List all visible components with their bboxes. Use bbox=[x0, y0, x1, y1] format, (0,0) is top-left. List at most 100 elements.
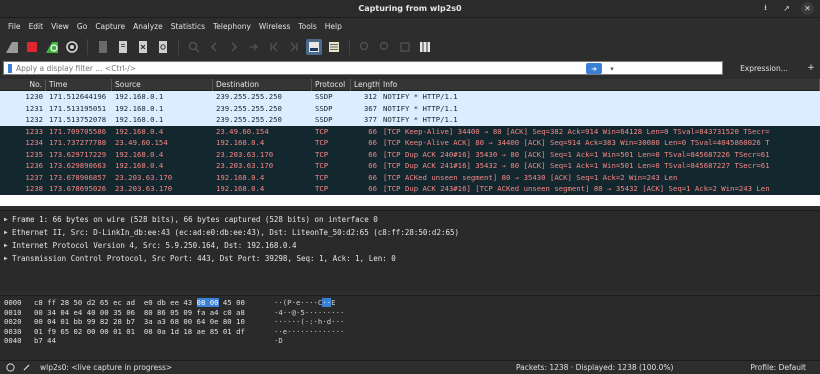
zoom-in-icon[interactable] bbox=[357, 39, 373, 55]
open-file-icon[interactable] bbox=[95, 39, 111, 55]
bytes-offset: 0040 bbox=[4, 336, 22, 346]
stop-capture-icon[interactable] bbox=[24, 39, 40, 55]
cell-info: NOTIFY * HTTP/1.1 bbox=[383, 92, 458, 102]
capture-options-icon[interactable] bbox=[64, 39, 80, 55]
toolbar-separator bbox=[349, 39, 350, 55]
menu-capture[interactable]: Capture bbox=[91, 22, 129, 31]
column-header-length[interactable]: Length bbox=[351, 79, 380, 91]
resize-columns-icon[interactable] bbox=[417, 39, 433, 55]
cell-protocol: TCP bbox=[315, 161, 329, 171]
menu-analyze[interactable]: Analyze bbox=[129, 22, 167, 31]
cell-length: 66 bbox=[368, 172, 377, 182]
go-to-packet-icon[interactable] bbox=[246, 39, 262, 55]
cell-time: 173.678695026 bbox=[49, 184, 107, 194]
add-filter-button[interactable]: + bbox=[805, 63, 817, 73]
menu-statistics[interactable]: Statistics bbox=[167, 22, 209, 31]
packet-row[interactable]: 1232 171.513752078 192.168.0.1 239.255.255.… bbox=[0, 114, 820, 126]
first-packet-icon[interactable] bbox=[266, 39, 282, 55]
normal-size-icon[interactable] bbox=[397, 39, 413, 55]
zoom-out-icon[interactable] bbox=[377, 39, 393, 55]
ascii-text: ·D bbox=[274, 336, 283, 346]
detail-row-ethernet[interactable]: ▶ Ethernet II, Src: D-LinkIn_db:ee:43 (ec… bbox=[0, 226, 820, 239]
packet-row[interactable]: 1231 171.513195051 192.168.0.1 239.255.255.… bbox=[0, 102, 820, 114]
cell-source: 192.168.0.4 bbox=[115, 149, 164, 159]
menu-wireless[interactable]: Wireless bbox=[255, 22, 294, 31]
cell-destination: 239.255.255.250 bbox=[216, 103, 282, 113]
packet-row[interactable]: 1234 171.737277788 23.49.60.154 192.168.0.4… bbox=[0, 137, 820, 149]
restart-capture-icon[interactable] bbox=[44, 39, 60, 55]
packet-row[interactable]: 1235 173.629717229 192.168.0.4 23.203.63.17… bbox=[0, 148, 820, 160]
expression-button[interactable]: Expression... bbox=[723, 64, 805, 73]
bytes-row[interactable]: 0040 b7 44 ·D bbox=[0, 336, 820, 346]
cell-protocol: SSDP bbox=[315, 103, 333, 113]
cell-no: 1237 bbox=[25, 172, 43, 182]
go-back-icon[interactable] bbox=[206, 39, 222, 55]
autoscroll-icon[interactable] bbox=[306, 39, 322, 55]
column-header-info[interactable]: Info bbox=[380, 79, 820, 91]
hex-text: 00 04 01 bb 99 82 28 b7 3a a3 68 00 64 0… bbox=[34, 317, 245, 327]
maximize-icon[interactable]: ↗ bbox=[780, 2, 793, 15]
capture-comments-icon[interactable] bbox=[20, 363, 32, 373]
bytes-row[interactable]: 0030 01 f9 65 02 00 00 01 01 08 0a 1d 18 … bbox=[0, 327, 820, 337]
cell-no: 1235 bbox=[25, 149, 43, 159]
save-file-icon[interactable] bbox=[115, 39, 131, 55]
menu-telephony[interactable]: Telephony bbox=[209, 22, 255, 31]
cell-info: [TCP Dup ACK 243#16] [TCP ACKed unseen s… bbox=[383, 184, 770, 194]
reload-file-icon[interactable] bbox=[155, 39, 171, 55]
menu-tools[interactable]: Tools bbox=[294, 22, 320, 31]
expand-arrow-icon[interactable]: ▶ bbox=[4, 255, 12, 262]
packet-row[interactable]: 1233 171.709705586 192.168.0.4 23.49.60.154… bbox=[0, 125, 820, 137]
packet-row[interactable]: 1238 173.678695026 23.203.63.170 192.168.0.… bbox=[0, 183, 820, 195]
bytes-offset: 0020 bbox=[4, 317, 22, 327]
profile-switcher[interactable]: Profile: Default bbox=[750, 363, 806, 372]
cell-info: [TCP Dup ACK 241#16] 35432 → 80 [ACK] Se… bbox=[383, 161, 770, 171]
cell-info: [TCP ACKed unseen segment] 80 → 35430 [A… bbox=[383, 172, 678, 182]
find-packet-icon[interactable] bbox=[186, 39, 202, 55]
hex-text: 01 f9 65 02 00 00 01 01 08 0a 1d 18 ae 8… bbox=[34, 326, 245, 336]
packet-count-text: Packets: 1238 · Displayed: 1238 (100.0%) bbox=[516, 363, 674, 372]
expand-arrow-icon[interactable]: ▶ bbox=[4, 216, 12, 223]
cell-source: 23.203.63.170 bbox=[115, 184, 173, 194]
menu-go[interactable]: Go bbox=[73, 22, 91, 31]
close-file-icon[interactable] bbox=[135, 39, 151, 55]
column-header-no[interactable]: No. bbox=[0, 79, 46, 91]
menu-view[interactable]: View bbox=[47, 22, 73, 31]
cell-time: 171.512644196 bbox=[49, 92, 107, 102]
cell-destination: 239.255.255.250 bbox=[216, 115, 282, 125]
column-header-protocol[interactable]: Protocol bbox=[312, 79, 351, 91]
packet-row[interactable]: 1236 173.629890663 192.168.0.4 23.203.63.17… bbox=[0, 160, 820, 172]
ascii-highlight: ·· bbox=[322, 298, 332, 308]
display-filter-input[interactable] bbox=[16, 63, 316, 73]
bytes-row[interactable]: 0010 00 34 04 e4 40 00 35 06 80 86 05 09 … bbox=[0, 308, 820, 318]
filter-dropdown-icon[interactable]: ▾ bbox=[606, 63, 618, 74]
minimize-icon[interactable]: ⭳ bbox=[759, 2, 772, 15]
menu-help[interactable]: Help bbox=[321, 22, 346, 31]
packet-row[interactable]: 1237 173.678906857 23.203.63.170 192.168.0.… bbox=[0, 171, 820, 183]
display-filter-field[interactable]: ➜ ▾ bbox=[3, 61, 723, 75]
close-icon[interactable]: ✕ bbox=[801, 2, 814, 15]
expand-arrow-icon[interactable]: ▶ bbox=[4, 229, 12, 236]
bytes-row[interactable]: 0000 c8 ff 28 50 d2 65 ec ad e0 db ee 43 … bbox=[0, 298, 820, 308]
cell-no: 1234 bbox=[25, 138, 43, 148]
column-header-source[interactable]: Source bbox=[112, 79, 213, 91]
column-header-time[interactable]: Time bbox=[46, 79, 112, 91]
bookmark-icon[interactable] bbox=[8, 63, 12, 73]
cell-protocol: SSDP bbox=[315, 92, 333, 102]
shark-fin-start-icon[interactable] bbox=[4, 39, 20, 55]
detail-row-ip[interactable]: ▶ Internet Protocol Version 4, Src: 5.9.2… bbox=[0, 239, 820, 252]
column-header-destination[interactable]: Destination bbox=[213, 79, 312, 91]
expand-arrow-icon[interactable]: ▶ bbox=[4, 242, 12, 249]
detail-row-tcp[interactable]: ▶ Transmission Control Protocol, Src Port… bbox=[0, 252, 820, 265]
packet-row[interactable]: 1230 171.512644196 192.168.0.1 239.255.255.… bbox=[0, 91, 820, 103]
bytes-hex: c8 ff 28 50 d2 65 ec ad e0 db ee 43 08 0… bbox=[34, 298, 274, 308]
cell-time: 173.629717229 bbox=[49, 149, 107, 159]
detail-row-frame[interactable]: ▶ Frame 1: 66 bytes on wire (528 bits), 6… bbox=[0, 213, 820, 226]
go-forward-icon[interactable] bbox=[226, 39, 242, 55]
menu-edit[interactable]: Edit bbox=[25, 22, 48, 31]
colorize-icon[interactable] bbox=[326, 39, 342, 55]
menu-file[interactable]: File bbox=[4, 22, 25, 31]
expert-info-icon[interactable] bbox=[4, 363, 16, 373]
last-packet-icon[interactable] bbox=[286, 39, 302, 55]
bytes-row[interactable]: 0020 00 04 01 bb 99 82 28 b7 3a a3 68 00 … bbox=[0, 317, 820, 327]
apply-filter-arrow-icon[interactable]: ➜ bbox=[586, 63, 602, 74]
